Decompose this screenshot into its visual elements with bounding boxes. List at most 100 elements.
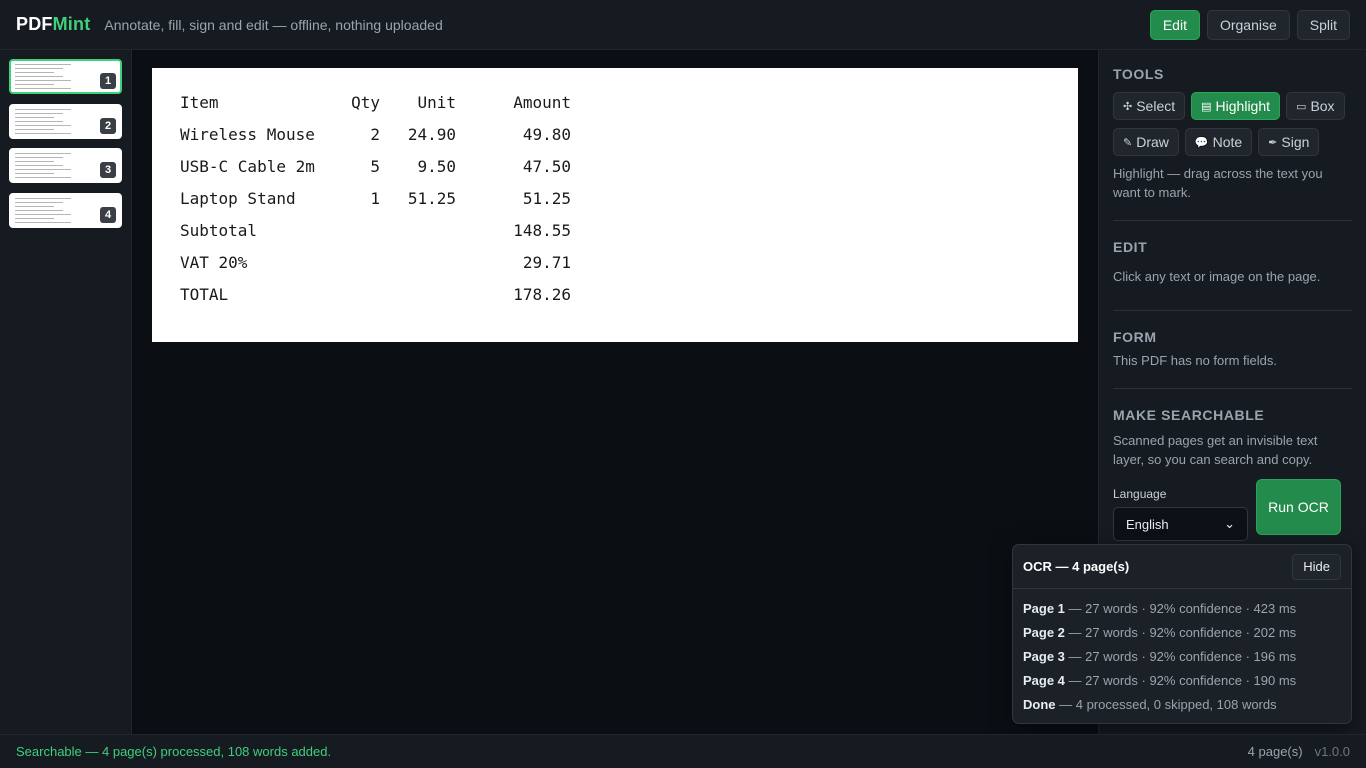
searchable-section: MAKE SEARCHABLE Scanned pages get an inv…: [1113, 389, 1352, 541]
list-item: Page 4 — 27 words · 92% confidence · 190…: [1023, 669, 1341, 693]
cell-qty[interactable]: 2: [340, 125, 380, 144]
ocr-controls: Language English ⌄ Run OCR: [1113, 469, 1352, 541]
app-logo: PDFMint: [16, 14, 90, 35]
thumbnail-page-number: 1: [100, 73, 116, 89]
cell-unit[interactable]: 9.50: [380, 157, 456, 176]
ocr-line-label: Page 4: [1023, 673, 1065, 688]
pdf-page[interactable]: Item Qty Unit Amount Wireless Mouse 2 24…: [152, 68, 1078, 342]
status-right: 4 page(s) v1.0.0: [1248, 744, 1350, 759]
mode-organise-button[interactable]: Organise: [1206, 9, 1290, 40]
table-row: Laptop Stand 1 51.25 51.25: [180, 182, 571, 214]
speech-bubble-icon: 💬: [1194, 136, 1209, 149]
page-thumbnails-sidebar: 1 2 3 4: [0, 50, 132, 734]
tool-select-button[interactable]: ✣ Select: [1113, 92, 1186, 120]
cell-unit[interactable]: 24.90: [380, 125, 456, 144]
tools-grid: ✣ Select ▤ Highlight ▭ Box ✎ Draw 💬 Note…: [1113, 92, 1353, 156]
ocr-line-label: Page 3: [1023, 649, 1065, 664]
cell-amount[interactable]: 47.50: [456, 157, 571, 176]
form-section: FORM This PDF has no form fields.: [1113, 311, 1352, 389]
ocr-results-popup: OCR — 4 page(s) Hide Page 1 — 27 words ·…: [1012, 544, 1352, 724]
language-group: Language English ⌄: [1113, 469, 1248, 541]
ocr-popup-header: OCR — 4 page(s) Hide: [1013, 545, 1351, 589]
tool-label: Draw: [1136, 134, 1169, 150]
tool-highlight-button[interactable]: ▤ Highlight: [1191, 92, 1281, 120]
cell-amount[interactable]: 148.55: [456, 221, 571, 240]
ocr-line-text: — 27 words · 92% confidence · 423 ms: [1064, 601, 1297, 616]
edit-section: EDIT Click any text or image on the page…: [1113, 221, 1352, 311]
page-thumbnail-3[interactable]: 3: [9, 148, 122, 183]
run-ocr-button[interactable]: Run OCR: [1256, 479, 1341, 535]
table-row: Subtotal 148.55: [180, 214, 571, 246]
app-version: v1.0.0: [1314, 744, 1350, 759]
highlight-icon: ▤: [1201, 100, 1212, 113]
cell-item[interactable]: TOTAL: [180, 285, 340, 304]
thumbnail-page-number: 2: [100, 118, 116, 134]
ocr-line-text: — 4 processed, 0 skipped, 108 words: [1055, 697, 1277, 712]
tools-help-text: Highlight — drag across the text you wan…: [1113, 166, 1323, 200]
list-item: Page 1 — 27 words · 92% confidence · 423…: [1023, 597, 1341, 621]
cell-unit[interactable]: 51.25: [380, 189, 456, 208]
page-thumbnail-2[interactable]: 2: [9, 104, 122, 139]
table-row: Wireless Mouse 2 24.90 49.80: [180, 118, 571, 150]
document-canvas[interactable]: Item Qty Unit Amount Wireless Mouse 2 24…: [132, 50, 1098, 734]
tools-title: TOOLS: [1113, 66, 1164, 82]
cell-item[interactable]: Laptop Stand: [180, 189, 340, 208]
tool-note-button[interactable]: 💬 Note: [1184, 128, 1253, 156]
hide-button[interactable]: Hide: [1292, 553, 1341, 580]
pen-icon: ✒: [1268, 136, 1278, 149]
tool-label: Highlight: [1215, 98, 1271, 114]
table-row: USB-C Cable 2m 5 9.50 47.50: [180, 150, 571, 182]
ocr-line-label: Page 1: [1023, 601, 1065, 616]
chevron-down-icon: ⌄: [1224, 516, 1235, 531]
header-item[interactable]: Item: [180, 93, 340, 112]
thumbnail-page-number: 3: [100, 162, 116, 178]
list-item: Done — 4 processed, 0 skipped, 108 words: [1023, 693, 1341, 717]
thumbnail-preview: [15, 198, 71, 226]
cell-item[interactable]: USB-C Cable 2m: [180, 157, 340, 176]
cell-item[interactable]: Subtotal: [180, 221, 340, 240]
page-thumbnail-1[interactable]: 1: [9, 59, 122, 94]
header-unit[interactable]: Unit: [380, 93, 456, 112]
tool-label: Sign: [1281, 134, 1310, 150]
header-amount[interactable]: Amount: [456, 93, 571, 112]
box-icon: ▭: [1296, 100, 1307, 113]
tool-label: Box: [1310, 98, 1335, 114]
cell-item[interactable]: VAT 20%: [180, 253, 340, 272]
tool-draw-button[interactable]: ✎ Draw: [1113, 128, 1179, 156]
tool-box-button[interactable]: ▭ Box: [1286, 92, 1345, 120]
cell-amount[interactable]: 49.80: [456, 125, 571, 144]
thumbnail-preview: [15, 109, 71, 137]
cell-amount[interactable]: 51.25: [456, 189, 571, 208]
list-item: Page 3 — 27 words · 92% confidence · 196…: [1023, 645, 1341, 669]
ocr-line-text: — 27 words · 92% confidence · 202 ms: [1064, 625, 1297, 640]
language-select[interactable]: English ⌄: [1113, 507, 1248, 541]
mode-edit-button[interactable]: Edit: [1149, 9, 1200, 40]
ocr-results-list: Page 1 — 27 words · 92% confidence · 423…: [1013, 589, 1351, 725]
thumbnail-preview: [15, 153, 71, 181]
logo-pdf: PDF: [16, 14, 53, 34]
table-row: VAT 20% 29.71: [180, 246, 571, 278]
cell-qty[interactable]: 5: [340, 157, 380, 176]
status-bar: Searchable — 4 page(s) processed, 108 wo…: [0, 734, 1366, 768]
ocr-line-label: Done: [1023, 697, 1056, 712]
form-title: FORM: [1113, 329, 1157, 345]
searchable-title: MAKE SEARCHABLE: [1113, 407, 1265, 423]
thumbnail-page-number: 4: [100, 207, 116, 223]
pencil-icon: ✎: [1123, 136, 1133, 149]
move-icon: ✣: [1123, 100, 1133, 113]
thumbnail-preview: [15, 64, 71, 92]
tool-label: Select: [1136, 98, 1176, 114]
cell-item[interactable]: Wireless Mouse: [180, 125, 340, 144]
page-thumbnail-4[interactable]: 4: [9, 193, 122, 228]
cell-amount[interactable]: 178.26: [456, 285, 571, 304]
ocr-popup-title: OCR — 4 page(s): [1023, 559, 1130, 574]
header-qty[interactable]: Qty: [340, 93, 380, 112]
mode-split-button[interactable]: Split: [1296, 9, 1350, 40]
cell-amount[interactable]: 29.71: [456, 253, 571, 272]
page-count: 4 page(s): [1247, 744, 1303, 759]
language-label: Language: [1113, 487, 1167, 501]
app-tagline: Annotate, fill, sign and edit — offline,…: [104, 16, 443, 33]
tool-sign-button[interactable]: ✒ Sign: [1258, 128, 1320, 156]
cell-qty[interactable]: 1: [340, 189, 380, 208]
table-header-row: Item Qty Unit Amount: [180, 86, 571, 118]
